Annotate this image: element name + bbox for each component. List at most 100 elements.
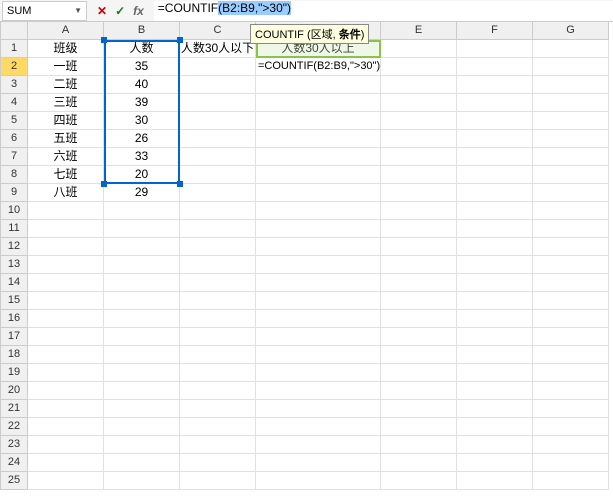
cell-E11[interactable] [381, 220, 457, 238]
range-handle-bl[interactable] [101, 181, 107, 187]
cell-A16[interactable] [28, 310, 104, 328]
cell-G8[interactable] [533, 166, 609, 184]
cell-D2[interactable]: =COUNTIF(B2:B9,">30") [256, 58, 381, 76]
cell-E24[interactable] [381, 454, 457, 472]
cell-G7[interactable] [533, 148, 609, 166]
cell-F8[interactable] [457, 166, 533, 184]
cell-B24[interactable] [104, 454, 180, 472]
cell-F25[interactable] [457, 472, 533, 490]
cell-C22[interactable] [180, 418, 256, 436]
cell-F4[interactable] [457, 94, 533, 112]
cell-F24[interactable] [457, 454, 533, 472]
cell-E10[interactable] [381, 202, 457, 220]
cell-E18[interactable] [381, 346, 457, 364]
cell-C23[interactable] [180, 436, 256, 454]
col-header-B[interactable]: B [104, 22, 180, 40]
row-header-1[interactable]: 1 [0, 40, 28, 58]
row-header-18[interactable]: 18 [0, 346, 28, 364]
row-header-7[interactable]: 7 [0, 148, 28, 166]
cell-G22[interactable] [533, 418, 609, 436]
cell-G21[interactable] [533, 400, 609, 418]
cell-C5[interactable] [180, 112, 256, 130]
cell-A15[interactable] [28, 292, 104, 310]
col-header-E[interactable]: E [381, 22, 457, 40]
row-header-11[interactable]: 11 [0, 220, 28, 238]
row-header-8[interactable]: 8 [0, 166, 28, 184]
cell-E15[interactable] [381, 292, 457, 310]
cell-F7[interactable] [457, 148, 533, 166]
cell-G16[interactable] [533, 310, 609, 328]
row-header-4[interactable]: 4 [0, 94, 28, 112]
cell-D9[interactable] [256, 184, 381, 202]
cell-F20[interactable] [457, 382, 533, 400]
cell-E2[interactable] [381, 58, 457, 76]
cell-B19[interactable] [104, 364, 180, 382]
cell-B18[interactable] [104, 346, 180, 364]
cell-A10[interactable] [28, 202, 104, 220]
row-header-24[interactable]: 24 [0, 454, 28, 472]
cell-F5[interactable] [457, 112, 533, 130]
cell-E20[interactable] [381, 382, 457, 400]
cell-D11[interactable] [256, 220, 381, 238]
cell-D18[interactable] [256, 346, 381, 364]
cell-E25[interactable] [381, 472, 457, 490]
cell-A3[interactable]: 二班 [28, 76, 104, 94]
row-header-21[interactable]: 21 [0, 400, 28, 418]
cell-C24[interactable] [180, 454, 256, 472]
cell-G6[interactable] [533, 130, 609, 148]
cell-D3[interactable] [256, 76, 381, 94]
cell-C11[interactable] [180, 220, 256, 238]
cell-E17[interactable] [381, 328, 457, 346]
row-header-5[interactable]: 5 [0, 112, 28, 130]
cell-F9[interactable] [457, 184, 533, 202]
cell-F15[interactable] [457, 292, 533, 310]
cell-F10[interactable] [457, 202, 533, 220]
cell-C18[interactable] [180, 346, 256, 364]
cell-E22[interactable] [381, 418, 457, 436]
cell-C25[interactable] [180, 472, 256, 490]
cell-B12[interactable] [104, 238, 180, 256]
cell-A13[interactable] [28, 256, 104, 274]
col-header-G[interactable]: G [533, 22, 609, 40]
cell-C15[interactable] [180, 292, 256, 310]
cell-D12[interactable] [256, 238, 381, 256]
range-handle-tr[interactable] [177, 37, 183, 43]
cell-B25[interactable] [104, 472, 180, 490]
accept-icon[interactable]: ✓ [115, 4, 125, 18]
cell-F12[interactable] [457, 238, 533, 256]
cell-F18[interactable] [457, 346, 533, 364]
cell-G10[interactable] [533, 202, 609, 220]
cell-B21[interactable] [104, 400, 180, 418]
cell-A20[interactable] [28, 382, 104, 400]
cell-F19[interactable] [457, 364, 533, 382]
cell-A19[interactable] [28, 364, 104, 382]
cell-A12[interactable] [28, 238, 104, 256]
cell-E5[interactable] [381, 112, 457, 130]
select-all-corner[interactable] [0, 22, 28, 40]
cell-B9[interactable]: 29 [104, 184, 180, 202]
cell-G13[interactable] [533, 256, 609, 274]
cell-B4[interactable]: 39 [104, 94, 180, 112]
cell-F21[interactable] [457, 400, 533, 418]
cell-A6[interactable]: 五班 [28, 130, 104, 148]
cell-A8[interactable]: 七班 [28, 166, 104, 184]
cell-G15[interactable] [533, 292, 609, 310]
cell-G20[interactable] [533, 382, 609, 400]
col-header-A[interactable]: A [28, 22, 104, 40]
col-header-F[interactable]: F [457, 22, 533, 40]
cell-G11[interactable] [533, 220, 609, 238]
range-handle-tl[interactable] [101, 37, 107, 43]
cell-D20[interactable] [256, 382, 381, 400]
cell-F22[interactable] [457, 418, 533, 436]
row-header-2[interactable]: 2 [0, 58, 28, 76]
cell-G17[interactable] [533, 328, 609, 346]
col-header-C[interactable]: C [180, 22, 256, 40]
cell-A1[interactable]: 班级 [28, 40, 104, 58]
cell-B15[interactable] [104, 292, 180, 310]
row-header-6[interactable]: 6 [0, 130, 28, 148]
cell-F14[interactable] [457, 274, 533, 292]
cell-E1[interactable] [381, 40, 457, 58]
cell-E21[interactable] [381, 400, 457, 418]
cell-C19[interactable] [180, 364, 256, 382]
cell-B20[interactable] [104, 382, 180, 400]
